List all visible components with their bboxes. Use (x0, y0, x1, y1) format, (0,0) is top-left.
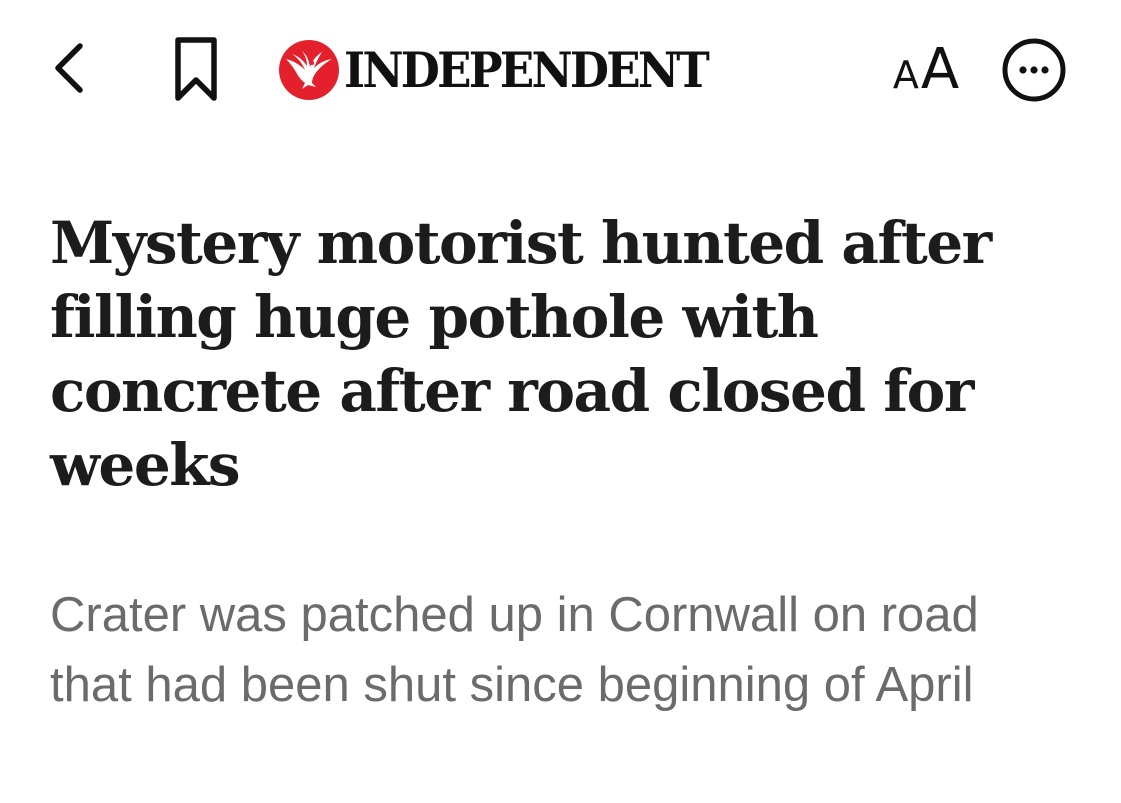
article-headline: Mystery motorist hunted after filling hu… (50, 209, 992, 499)
more-options-icon (1002, 38, 1066, 102)
article-subheadline: Crater was patched up in Cornwall on roa… (50, 588, 979, 712)
more-options-button[interactable] (998, 34, 1070, 106)
text-size-small-glyph: A (892, 53, 919, 97)
text-size-large-glyph: A (920, 37, 960, 102)
brand-logo-link[interactable]: INDEPENDENT (278, 38, 739, 102)
top-toolbar: INDEPENDENT A A (0, 0, 1121, 140)
brand-wordmark: INDEPENDENT (344, 40, 710, 99)
text-size-button[interactable]: A A (884, 34, 968, 98)
bookmark-button[interactable] (166, 34, 226, 104)
chevron-left-icon (55, 43, 83, 93)
article-page: INDEPENDENT A A Mystery motorist hunted … (0, 0, 1121, 803)
bookmark-icon (175, 37, 217, 101)
back-button[interactable] (44, 36, 94, 100)
eagle-logo (279, 40, 339, 100)
